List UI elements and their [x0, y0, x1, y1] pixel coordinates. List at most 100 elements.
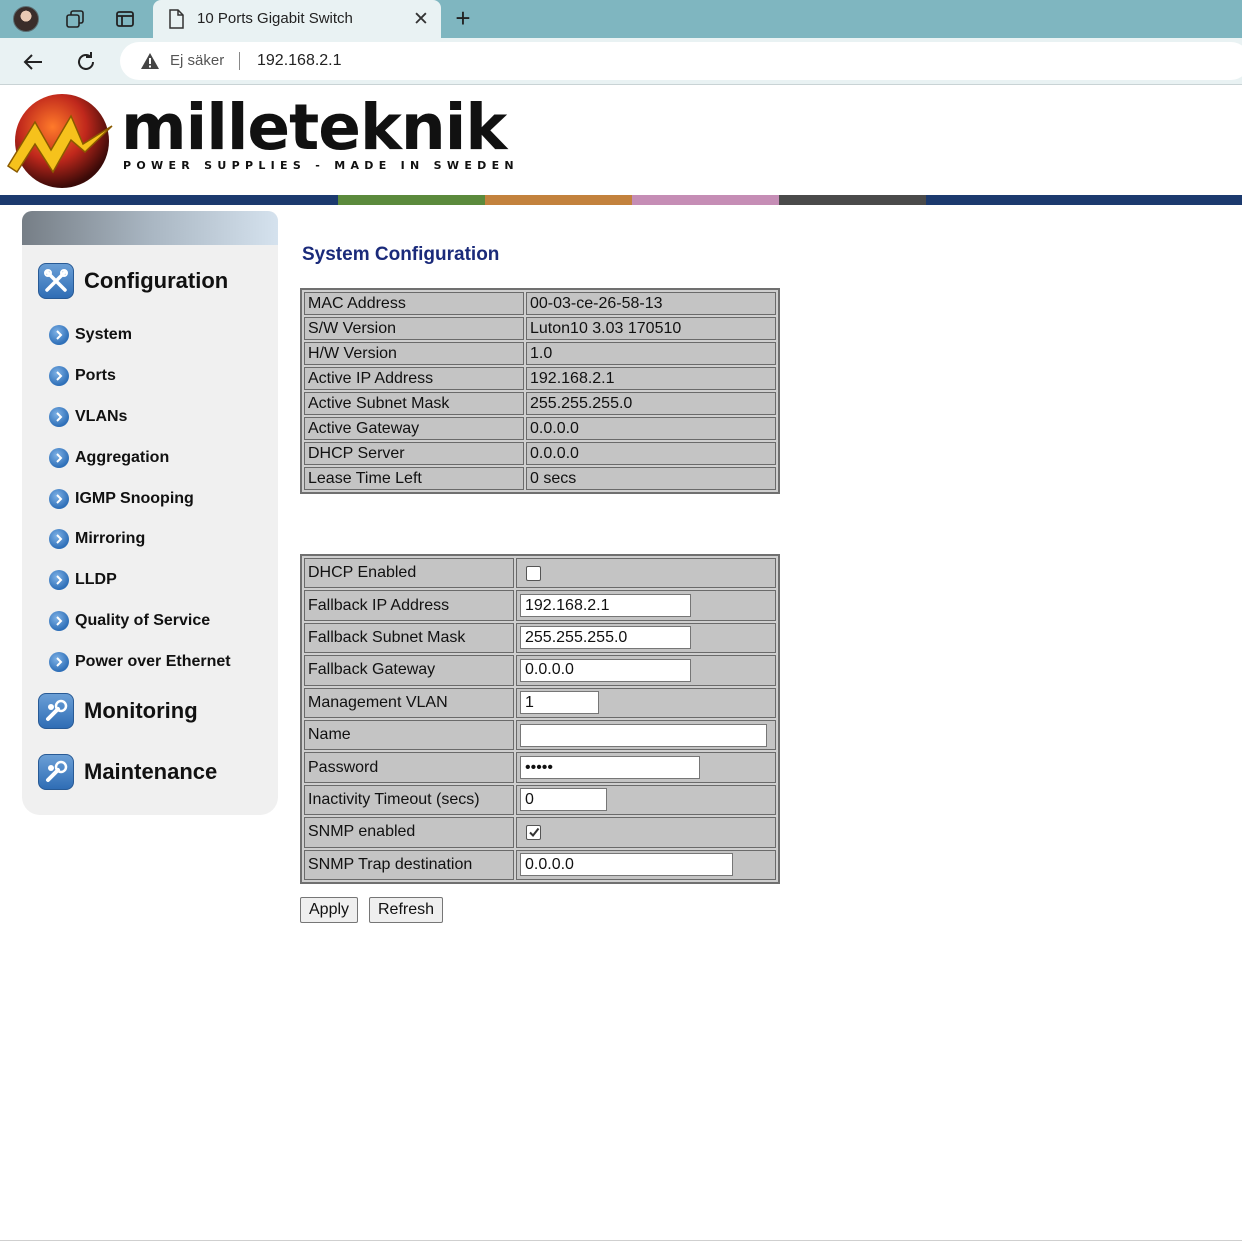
sidebar-item-label: Mirroring [75, 530, 146, 547]
sidebar: Configuration System Ports VLANs Aggrega… [22, 211, 278, 815]
url-divider [239, 52, 240, 70]
sidebar-item-ports[interactable]: Ports [49, 366, 116, 386]
sidebar-item-power-over-ethernet[interactable]: Power over Ethernet [49, 652, 231, 672]
sidebar-item-vlans[interactable]: VLANs [49, 407, 127, 427]
info-value: 0.0.0.0 [526, 417, 776, 440]
tab-actions-icon [116, 11, 134, 27]
stripe-segment [632, 195, 779, 205]
sidebar-section-maintenance[interactable]: Maintenance [38, 754, 217, 790]
tab-actions-button[interactable] [110, 4, 140, 34]
section-label: Configuration [84, 268, 229, 293]
sidebar-item-label: IGMP Snooping [75, 490, 194, 507]
sidebar-item-label: LLDP [75, 571, 117, 588]
snmp-trap-input[interactable] [520, 853, 733, 877]
tools-icon [38, 263, 74, 299]
info-label: MAC Address [304, 292, 524, 315]
tab-title: 10 Ports Gigabit Switch [197, 10, 353, 27]
table-row: Management VLAN [304, 687, 776, 718]
browser-tab-active[interactable]: 10 Ports Gigabit Switch ✕ [153, 0, 441, 38]
brand-tagline: POWER SUPPLIES - MADE IN SWEDEN [123, 159, 519, 172]
section-label: Monitoring [84, 698, 198, 723]
workspaces-icon [66, 10, 84, 28]
chevron-right-icon [49, 529, 69, 549]
fallback-subnet-mask-label: Fallback Subnet Mask [304, 622, 514, 654]
info-value: Luton10 3.03 170510 [526, 317, 776, 340]
table-row: Fallback Subnet Mask [304, 622, 776, 654]
sidebar-item-igmp-snooping[interactable]: IGMP Snooping [49, 489, 194, 509]
dhcp-enabled-checkbox[interactable] [526, 565, 541, 581]
sidebar-item-label: Power over Ethernet [75, 653, 231, 670]
snmp-enabled-checkbox[interactable] [526, 824, 541, 840]
chevron-right-icon [49, 325, 69, 345]
info-label: Active Gateway [304, 417, 524, 440]
sidebar-item-aggregation[interactable]: Aggregation [49, 448, 169, 468]
new-tab-button[interactable]: + [448, 4, 478, 34]
refresh-button[interactable]: Refresh [369, 897, 444, 923]
page-bottom-divider [0, 1240, 1242, 1241]
reload-button[interactable] [71, 47, 101, 77]
sidebar-item-mirroring[interactable]: Mirroring [49, 529, 145, 549]
info-value: 00-03-ce-26-58-13 [526, 292, 776, 315]
table-row: Active IP Address 192.168.2.1 [304, 367, 776, 390]
chevron-right-icon [49, 448, 69, 468]
back-button[interactable] [18, 47, 48, 77]
password-input[interactable] [520, 756, 700, 780]
table-row: SNMP enabled [304, 817, 776, 848]
profile-avatar[interactable] [11, 4, 41, 34]
fallback-gateway-input[interactable] [520, 658, 691, 682]
arrow-left-icon [23, 54, 42, 70]
stripe-segment [338, 195, 485, 205]
sidebar-item-label: Ports [75, 367, 116, 384]
table-row: SNMP Trap destination [304, 849, 776, 880]
checkmark-icon [528, 828, 539, 838]
info-value: 0 secs [526, 467, 776, 490]
name-label: Name [304, 719, 514, 751]
management-vlan-input[interactable] [520, 691, 599, 715]
sidebar-item-quality-of-service[interactable]: Quality of Service [49, 611, 210, 631]
table-row: Lease Time Left 0 secs [304, 467, 776, 490]
maintenance-tools-icon [38, 754, 74, 790]
apply-button[interactable]: Apply [300, 897, 359, 923]
info-value: 255.255.255.0 [526, 392, 776, 415]
system-info-table: MAC Address 00-03-ce-26-58-13 S/W Version… [300, 288, 780, 494]
sidebar-section-monitoring[interactable]: Monitoring [38, 693, 198, 729]
table-row: Password [304, 752, 776, 783]
fallback-ip-label: Fallback IP Address [304, 590, 514, 621]
info-label: Active Subnet Mask [304, 392, 524, 415]
snmp-enabled-label: SNMP enabled [304, 817, 514, 848]
info-value: 192.168.2.1 [526, 367, 776, 390]
page-icon [169, 9, 184, 29]
avatar [13, 6, 39, 32]
table-row: Fallback IP Address [304, 590, 776, 621]
browser-tab-bar: 10 Ports Gigabit Switch ✕ + [0, 0, 1242, 38]
header-color-stripe [0, 195, 1242, 205]
security-label[interactable]: Ej säker [170, 52, 224, 69]
warning-icon[interactable] [140, 52, 160, 70]
table-row: DHCP Enabled [304, 558, 776, 589]
name-input[interactable] [520, 723, 767, 747]
url-text[interactable]: 192.168.2.1 [257, 52, 342, 70]
sidebar-item-label: System [75, 326, 132, 343]
info-value: 0.0.0.0 [526, 442, 776, 465]
stripe-segment [485, 195, 632, 205]
sidebar-section-configuration[interactable]: Configuration [38, 263, 228, 299]
brand-name: milleteknik [121, 91, 507, 164]
chevron-right-icon [49, 611, 69, 631]
close-tab-icon[interactable]: ✕ [413, 8, 429, 31]
table-row: Fallback Gateway [304, 655, 776, 686]
workspaces-button[interactable] [60, 4, 90, 34]
table-row: Active Gateway 0.0.0.0 [304, 417, 776, 440]
sidebar-item-label: Aggregation [75, 449, 170, 466]
sidebar-item-lldp[interactable]: LLDP [49, 570, 117, 590]
table-row: H/W Version 1.0 [304, 342, 776, 365]
fallback-ip-input[interactable] [520, 594, 691, 618]
address-bar: Ej säker 192.168.2.1 [0, 38, 1242, 85]
sidebar-item-system[interactable]: System [49, 325, 132, 345]
inactivity-timeout-input[interactable] [520, 788, 607, 812]
fallback-gateway-label: Fallback Gateway [304, 655, 514, 686]
url-field[interactable]: Ej säker 192.168.2.1 [120, 42, 1242, 80]
table-row: Inactivity Timeout (secs) [304, 784, 776, 816]
info-label: Active IP Address [304, 367, 524, 390]
fallback-subnet-mask-input[interactable] [520, 626, 691, 650]
stripe-segment [779, 195, 926, 205]
